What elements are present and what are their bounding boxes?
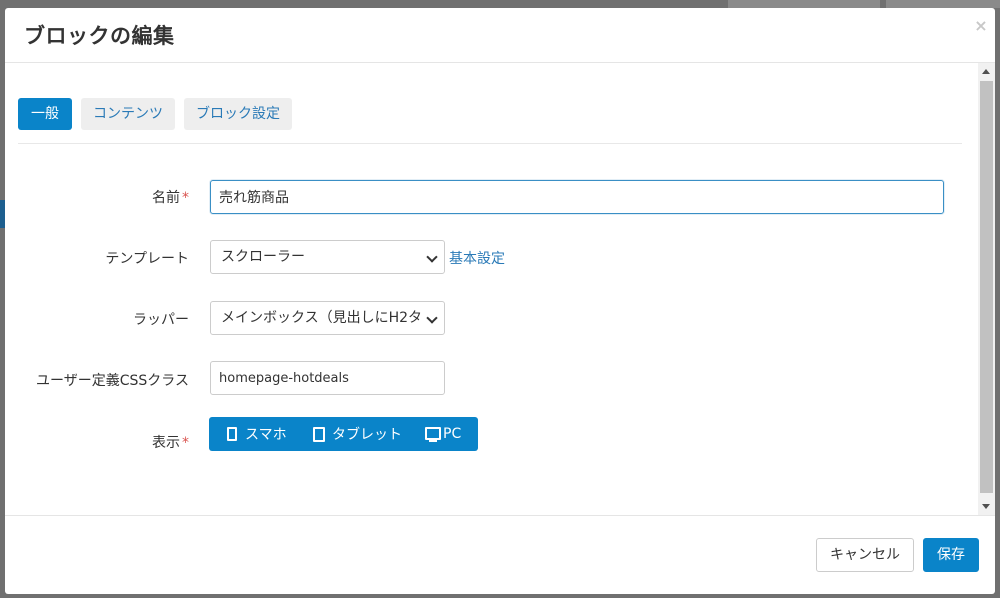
name-input[interactable] <box>210 180 944 214</box>
tab-general[interactable]: 一般 <box>18 98 72 130</box>
phone-icon <box>227 427 237 441</box>
tab-block-settings[interactable]: ブロック設定 <box>184 98 292 130</box>
tablet-icon <box>313 426 325 442</box>
backdrop-fragment <box>886 0 1000 8</box>
modal-title: ブロックの編集 <box>24 24 175 48</box>
tabs-divider <box>18 143 962 144</box>
display-toggle-group: スマホ タブレット PC <box>209 417 478 451</box>
display-smartphone-label: スマホ <box>245 427 287 443</box>
scroll-up-icon[interactable] <box>982 69 990 74</box>
required-mark: * <box>182 435 189 451</box>
save-button[interactable]: 保存 <box>923 538 979 572</box>
modal-body: 一般 コンテンツ ブロック設定 名前* テンプレート スクローラー 基本設定 ラ… <box>5 63 995 515</box>
modal-footer: キャンセル 保存 <box>5 515 995 594</box>
display-label: 表示 * <box>152 432 189 452</box>
template-select[interactable]: スクローラー <box>210 240 445 274</box>
display-pc-button[interactable]: PC <box>411 417 475 451</box>
template-label: テンプレート <box>105 251 189 267</box>
name-label: 名前 * <box>152 187 189 207</box>
display-tablet-label: タブレット <box>332 427 402 443</box>
chevron-down-icon <box>426 312 438 324</box>
wrapper-select[interactable]: メインボックス（見出しにH2タ <box>210 301 445 335</box>
modal-scrollbar[interactable] <box>978 63 995 515</box>
tab-contents[interactable]: コンテンツ <box>81 98 175 130</box>
wrapper-label: ラッパー <box>133 312 189 328</box>
display-smartphone-button[interactable]: スマホ <box>209 417 299 451</box>
monitor-icon <box>425 426 441 442</box>
scroll-thumb[interactable] <box>980 81 993 493</box>
basic-settings-link[interactable]: 基本設定 <box>449 248 505 268</box>
edit-block-modal: ブロックの編集 × 一般 コンテンツ ブロック設定 名前* テンプレート スクロ… <box>5 8 995 594</box>
scroll-down-icon[interactable] <box>982 504 990 509</box>
cancel-button[interactable]: キャンセル <box>816 538 914 572</box>
css-class-label: ユーザー定義CSSクラス <box>36 373 189 389</box>
name-label-text: 名前 <box>152 190 180 206</box>
modal-header: ブロックの編集 × <box>5 8 995 63</box>
close-icon[interactable]: × <box>971 16 991 36</box>
display-tablet-button[interactable]: タブレット <box>299 417 411 451</box>
css-class-input[interactable] <box>210 361 445 395</box>
display-pc-label: PC <box>443 426 462 442</box>
backdrop-fragment <box>728 0 880 8</box>
display-label-text: 表示 <box>152 435 180 451</box>
required-mark: * <box>182 190 189 206</box>
template-select-value: スクローラー <box>221 249 305 265</box>
wrapper-select-value: メインボックス（見出しにH2タ <box>221 310 423 326</box>
chevron-down-icon <box>426 251 438 263</box>
